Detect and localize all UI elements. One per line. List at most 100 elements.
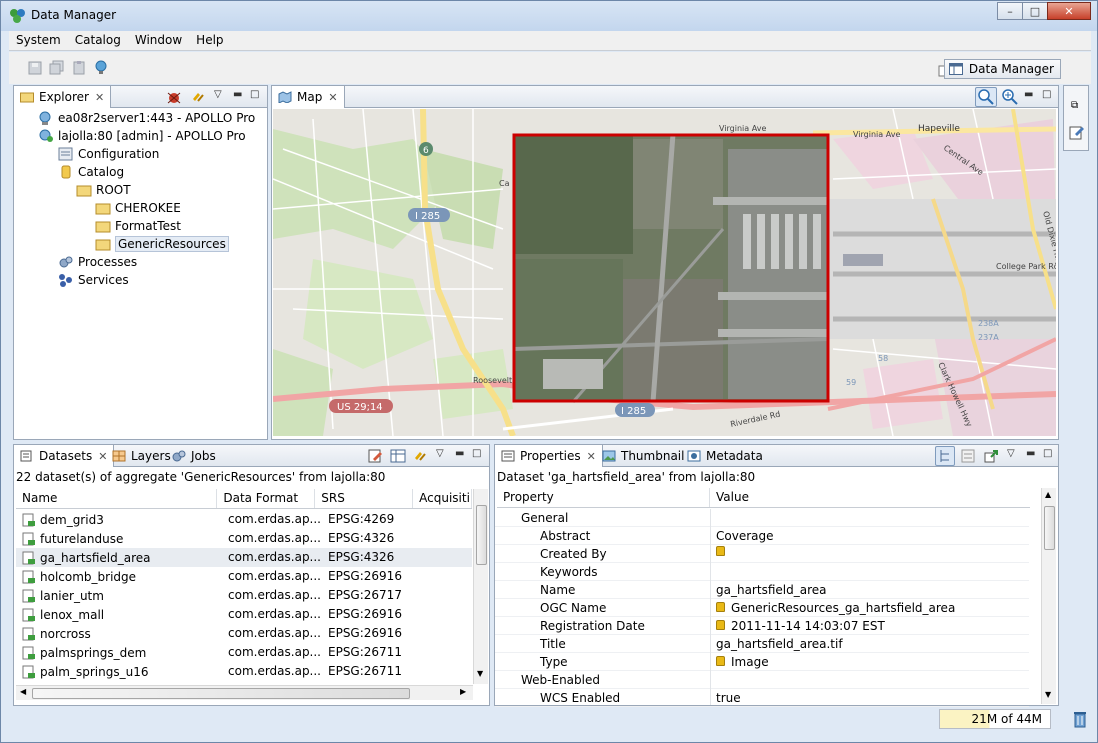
view-menu-icon[interactable]: ▽	[436, 448, 444, 459]
column-acquisition[interactable]: Acquisiti	[413, 489, 473, 508]
menu-catalog[interactable]: Catalog	[68, 31, 128, 50]
property-row[interactable]: Abstract Coverage	[495, 527, 1029, 545]
show-categories-button[interactable]	[935, 446, 955, 466]
tab-properties[interactable]: Properties ✕	[495, 445, 603, 467]
minimize-view-icon[interactable]: ▬	[455, 448, 464, 459]
property-row[interactable]: Title ga_hartsfield_area.tif	[495, 635, 1029, 653]
close-tab-icon[interactable]: ✕	[95, 91, 104, 104]
property-value-cell	[716, 546, 731, 557]
maximize-button[interactable]: □	[1022, 2, 1048, 20]
column-data-format[interactable]: Data Format	[217, 489, 316, 508]
menu-window[interactable]: Window	[128, 31, 189, 50]
table-row[interactable]: palmsprings_dem com.erdas.ap... EPSG:26711	[16, 643, 472, 662]
menu-bar: System Catalog Window Help	[9, 31, 1091, 51]
save-icon[interactable]	[27, 60, 43, 76]
cell-acquisition	[422, 567, 472, 586]
link-with-editor-icon[interactable]	[190, 89, 206, 105]
property-row[interactable]: Registration Date 2011-11-14 14:03:07 EST	[495, 617, 1029, 635]
table-row[interactable]: palm_springs_u16 com.erdas.ap... EPSG:2671…	[16, 662, 472, 681]
scroll-down-icon[interactable]: ▼	[1045, 690, 1051, 699]
tree-item-services[interactable]: Services	[58, 271, 129, 289]
cell-acquisition	[422, 624, 472, 643]
garbage-collect-icon[interactable]	[1073, 710, 1087, 728]
minimize-view-icon[interactable]: ▬	[233, 89, 242, 100]
column-value[interactable]: Value	[710, 488, 1030, 507]
datasets-hscrollbar[interactable]: ◀ ▶	[16, 685, 473, 700]
paste-icon[interactable]	[71, 60, 87, 76]
close-tab-icon[interactable]: ✕	[328, 91, 337, 104]
column-property[interactable]: Property	[497, 488, 710, 507]
table-row[interactable]: norcross com.erdas.ap... EPSG:26916	[16, 624, 472, 643]
scroll-thumb[interactable]	[32, 688, 410, 699]
tree-item-root[interactable]: ROOT	[76, 181, 131, 199]
maximize-view-icon[interactable]: □	[472, 448, 481, 459]
tab-map[interactable]: Map ✕	[272, 86, 345, 108]
close-button[interactable]: ✕	[1047, 2, 1091, 20]
table-row[interactable]: lanier_utm com.erdas.ap... EPSG:26717	[16, 586, 472, 605]
scroll-down-icon[interactable]: ▼	[477, 669, 483, 678]
perspective-data-manager-button[interactable]: Data Manager	[943, 59, 1061, 79]
connect-server-icon[interactable]	[93, 60, 109, 76]
minimize-view-icon[interactable]: ▬	[1024, 89, 1033, 100]
save-all-icon[interactable]	[49, 60, 65, 76]
tree-item-formattest[interactable]: FormatTest	[95, 217, 181, 235]
datasets-vscrollbar[interactable]: ▼	[473, 489, 488, 684]
memory-indicator[interactable]: 21M of 44M	[939, 709, 1051, 729]
menu-help[interactable]: Help	[189, 31, 230, 50]
scroll-thumb[interactable]	[476, 505, 487, 565]
menu-system[interactable]: System	[9, 31, 68, 50]
column-srs[interactable]: SRS	[315, 489, 414, 508]
bug-icon[interactable]	[166, 89, 182, 105]
property-row[interactable]: Name ga_hartsfield_area	[495, 581, 1029, 599]
refresh-icon[interactable]	[412, 448, 428, 464]
advanced-properties-icon[interactable]	[960, 448, 976, 464]
scroll-right-icon[interactable]: ▶	[460, 687, 466, 696]
tree-item-server-2[interactable]: lajolla:80 [admin] - APOLLO Pro	[38, 127, 246, 145]
property-row[interactable]: General	[495, 509, 1029, 527]
tab-jobs[interactable]: Jobs	[166, 445, 222, 467]
property-row[interactable]: OGC Name GenericResources_ga_hartsfield_a…	[495, 599, 1029, 617]
view-menu-icon[interactable]: ▽	[1007, 448, 1015, 459]
scroll-up-icon[interactable]: ▲	[1045, 490, 1051, 499]
tab-explorer[interactable]: Explorer ✕	[14, 86, 112, 108]
tree-item-genericresources[interactable]: GenericResources	[95, 235, 229, 253]
property-row[interactable]: Web-Enabled	[495, 671, 1029, 689]
export-icon[interactable]	[983, 448, 999, 464]
table-row[interactable]: ga_hartsfield_area com.erdas.ap... EPSG:43…	[16, 548, 472, 567]
restore-icon[interactable]: ⧉	[1071, 100, 1078, 111]
tab-metadata[interactable]: Metadata	[681, 445, 769, 467]
property-row[interactable]: Created By	[495, 545, 1029, 563]
close-tab-icon[interactable]: ✕	[587, 450, 596, 463]
scroll-left-icon[interactable]: ◀	[20, 687, 26, 696]
tree-item-configuration[interactable]: Configuration	[58, 145, 159, 163]
scroll-thumb[interactable]	[1044, 506, 1055, 550]
table-row[interactable]: dem_grid3 com.erdas.ap... EPSG:4269	[16, 510, 472, 529]
maximize-view-icon[interactable]: □	[1043, 448, 1052, 459]
property-row[interactable]: WCS Enabled true	[495, 689, 1029, 707]
minimize-button[interactable]: –	[997, 2, 1023, 20]
tree-item-processes[interactable]: Processes	[58, 253, 137, 271]
property-row[interactable]: Type Image	[495, 653, 1029, 671]
title-bar[interactable]: Data Manager – □ ✕	[1, 1, 1097, 31]
column-name[interactable]: Name	[16, 489, 218, 508]
property-row[interactable]: Keywords	[495, 563, 1029, 581]
tree-item-server-1[interactable]: ea08r2server1:443 - APOLLO Pro	[38, 109, 255, 127]
view-menu-icon[interactable]: ▽	[214, 89, 222, 100]
table-row[interactable]: lenox_mall com.erdas.ap... EPSG:26916	[16, 605, 472, 624]
tab-thumbnail[interactable]: Thumbnail	[596, 445, 690, 467]
table-icon[interactable]	[390, 448, 406, 464]
table-row[interactable]: futurelanduse com.erdas.ap... EPSG:4326	[16, 529, 472, 548]
zoom-tool-button[interactable]	[975, 87, 997, 107]
properties-vscrollbar[interactable]: ▲ ▼	[1041, 488, 1056, 704]
zoom-in-icon[interactable]	[1002, 89, 1018, 105]
map-canvas[interactable]: 6 I 285 I 285 US 29;14 Roosevelt Ca Virg…	[273, 109, 1056, 436]
minimize-view-icon[interactable]: ▬	[1026, 448, 1035, 459]
table-row[interactable]: holcomb_bridge com.erdas.ap... EPSG:26916	[16, 567, 472, 586]
tab-datasets[interactable]: Datasets ✕	[14, 445, 115, 467]
maximize-view-icon[interactable]: □	[1042, 89, 1051, 100]
tree-item-cherokee[interactable]: CHEROKEE	[95, 199, 181, 217]
edit-notes-icon[interactable]	[1069, 124, 1085, 140]
edit-dataset-icon[interactable]	[367, 448, 383, 464]
maximize-view-icon[interactable]: □	[250, 89, 259, 100]
tree-item-catalog[interactable]: Catalog	[58, 163, 124, 181]
